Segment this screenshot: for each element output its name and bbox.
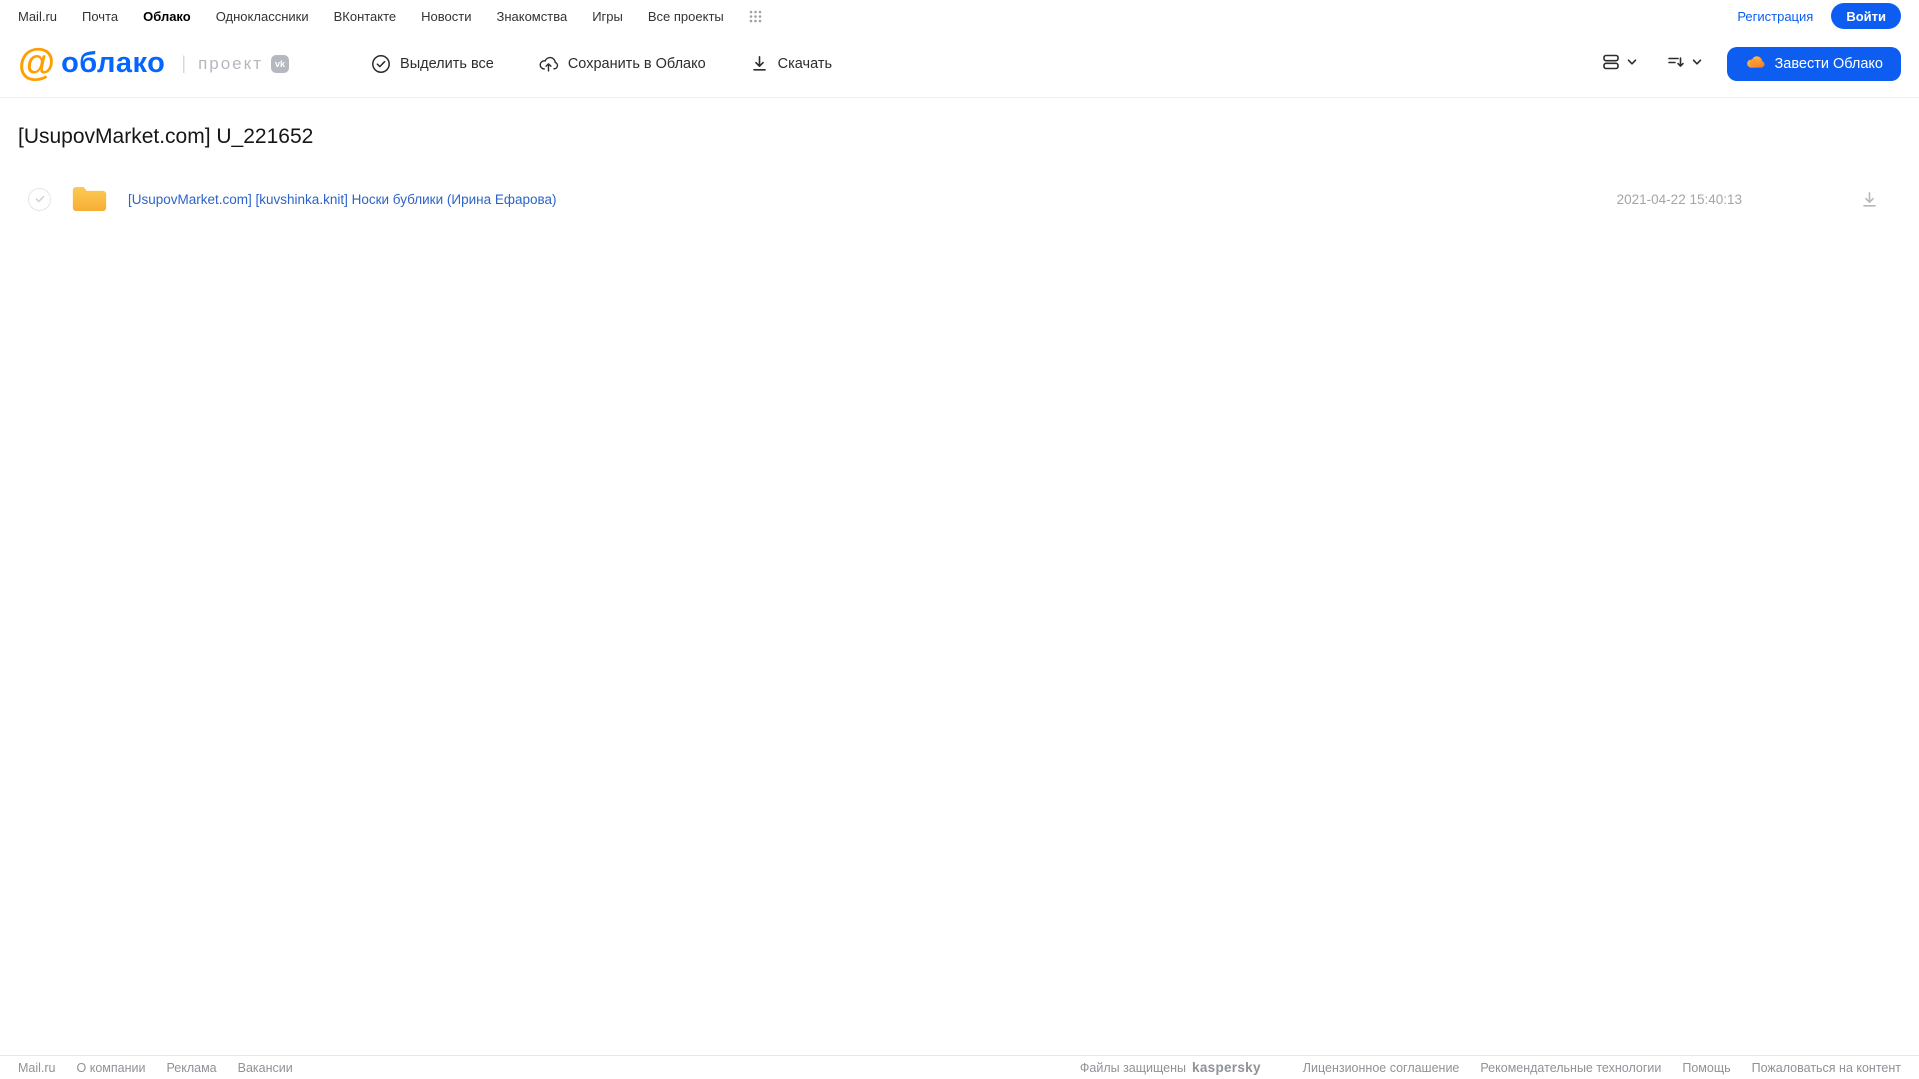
save-to-cloud-button[interactable]: Сохранить в Облако bbox=[538, 53, 706, 74]
cloud-logo-text: облако bbox=[61, 47, 166, 79]
footer-link-ads[interactable]: Реклама bbox=[166, 1061, 216, 1075]
app-header: @ облако | проект vk Выделить все Сохран… bbox=[0, 30, 1919, 98]
sort-icon bbox=[1666, 52, 1686, 75]
file-name-link[interactable]: [UsupovMarket.com] [kuvshinka.knit] Носк… bbox=[128, 192, 557, 207]
file-modified-date: 2021-04-22 15:40:13 bbox=[1616, 191, 1742, 207]
topnav-item-cloud[interactable]: Облако bbox=[143, 9, 191, 24]
kaspersky-logo[interactable]: kaspersky bbox=[1192, 1060, 1261, 1075]
cloud-upload-icon bbox=[538, 53, 559, 74]
kaspersky-protected: Файлы защищены kaspersky bbox=[1080, 1060, 1282, 1075]
header-right-controls: Завести Облако bbox=[1601, 46, 1901, 81]
cloud-mailru-public-page: Mail.ru Почта Облако Одноклассники ВКонт… bbox=[0, 0, 1919, 1079]
main-content: [UsupovMarket.com] U_221652 [UsupovMarke… bbox=[0, 125, 1919, 225]
file-list: [UsupovMarket.com] [kuvshinka.knit] Носк… bbox=[0, 173, 1919, 225]
mailru-at-icon: @ bbox=[18, 41, 56, 84]
logo-divider: | bbox=[181, 53, 187, 73]
save-to-cloud-label: Сохранить в Облако bbox=[567, 55, 706, 72]
topnav-item-all-projects[interactable]: Все проекты bbox=[648, 9, 724, 24]
footer-link-report[interactable]: Пожаловаться на контент bbox=[1752, 1061, 1901, 1075]
cloud-logo[interactable]: @ облако | проект vk bbox=[18, 41, 290, 84]
page-footer: Mail.ru О компании Реклама Вакансии Файл… bbox=[0, 1055, 1919, 1079]
footer-link-license[interactable]: Лицензионное соглашение bbox=[1303, 1061, 1460, 1075]
chevron-down-icon bbox=[1691, 56, 1703, 71]
protected-label: Файлы защищены bbox=[1079, 1061, 1187, 1075]
chevron-down-icon bbox=[1626, 56, 1638, 71]
page-title: [UsupovMarket.com] U_221652 bbox=[18, 125, 314, 148]
topnav-item-news[interactable]: Новости bbox=[421, 9, 471, 24]
footer-link-recommendations[interactable]: Рекомендательные технологии bbox=[1480, 1061, 1661, 1075]
project-label: проект bbox=[198, 53, 264, 73]
apps-grid-icon[interactable] bbox=[749, 10, 762, 23]
topnav-item-mail[interactable]: Почта bbox=[82, 9, 118, 24]
download-icon bbox=[750, 54, 769, 73]
topnav-item-games[interactable]: Игры bbox=[592, 9, 623, 24]
file-row[interactable]: [UsupovMarket.com] [kuvshinka.knit] Носк… bbox=[0, 173, 1919, 225]
list-view-icon bbox=[1601, 52, 1621, 75]
topnav-item-dating[interactable]: Знакомства bbox=[496, 9, 567, 24]
topnav-item-odnoklassniki[interactable]: Одноклассники bbox=[216, 9, 309, 24]
sort-button[interactable] bbox=[1666, 52, 1703, 75]
topnav-item-vkontakte[interactable]: ВКонтакте bbox=[334, 9, 397, 24]
download-all-button[interactable]: Скачать bbox=[750, 54, 832, 73]
footer-right-links: Лицензионное соглашение Рекомендательные… bbox=[1303, 1061, 1901, 1075]
row-download-button[interactable] bbox=[1860, 190, 1879, 209]
footer-link-mailru[interactable]: Mail.ru bbox=[18, 1061, 56, 1075]
topnav-item-mailru[interactable]: Mail.ru bbox=[18, 9, 57, 24]
footer-link-about[interactable]: О компании bbox=[77, 1061, 146, 1075]
download-all-label: Скачать bbox=[777, 55, 833, 72]
select-all-label: Выделить все bbox=[400, 55, 494, 72]
select-all-button[interactable]: Выделить все bbox=[371, 54, 494, 74]
share-toolbar: Выделить все Сохранить в Облако Скачать bbox=[371, 53, 876, 74]
footer-link-help[interactable]: Помощь bbox=[1682, 1061, 1730, 1075]
check-circle-icon bbox=[371, 54, 391, 74]
get-cloud-label: Завести Облако bbox=[1774, 55, 1883, 72]
view-mode-button[interactable] bbox=[1601, 52, 1638, 75]
login-button[interactable]: Войти bbox=[1831, 3, 1901, 29]
row-checkbox[interactable] bbox=[28, 187, 51, 211]
orange-cloud-icon bbox=[1745, 51, 1766, 76]
folder-icon bbox=[71, 184, 108, 214]
footer-link-jobs[interactable]: Вакансии bbox=[238, 1061, 293, 1075]
get-cloud-button[interactable]: Завести Облако bbox=[1726, 46, 1901, 81]
portal-topnav: Mail.ru Почта Облако Одноклассники ВКонт… bbox=[0, 0, 1919, 30]
vk-badge-icon: vk bbox=[271, 54, 290, 73]
register-link[interactable]: Регистрация bbox=[1737, 9, 1813, 24]
